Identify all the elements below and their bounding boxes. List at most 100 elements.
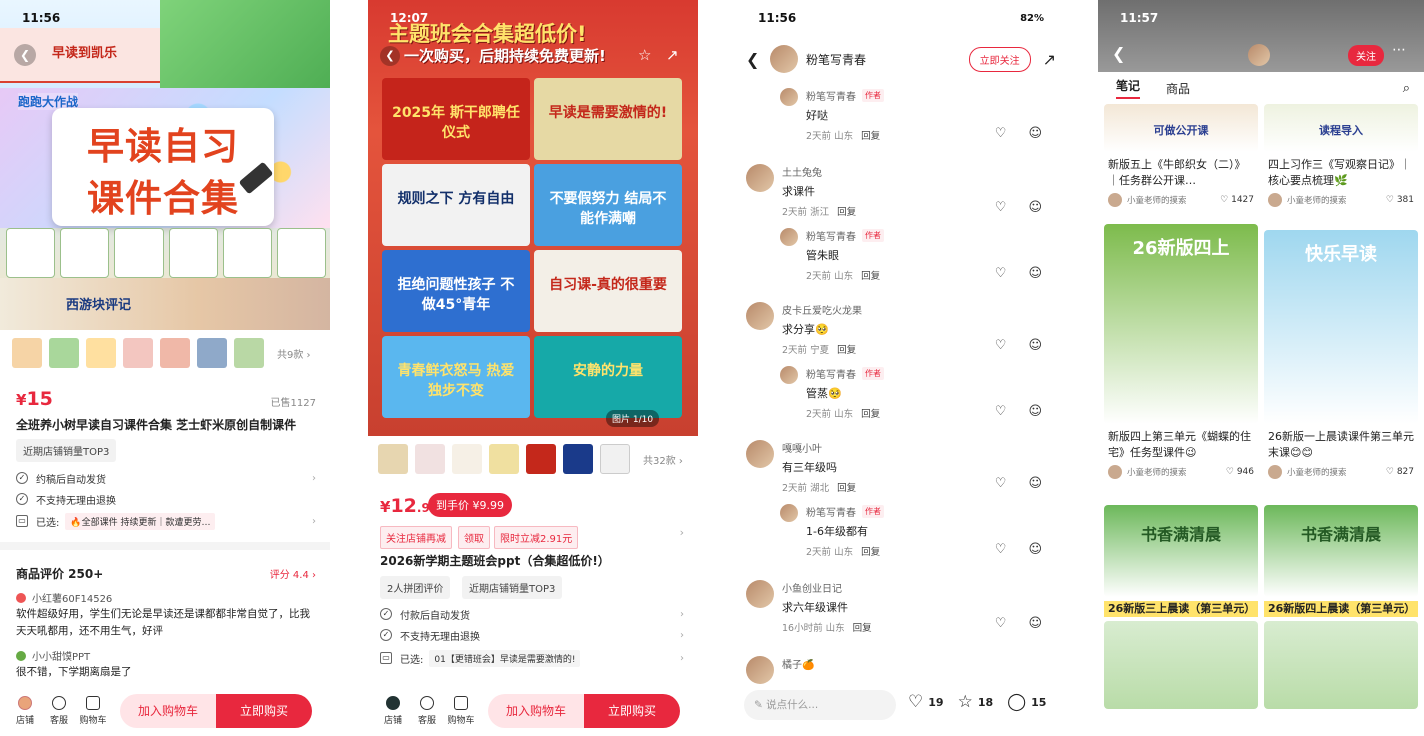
note-cover[interactable]: 快乐早读	[1264, 230, 1418, 424]
comment-author[interactable]: 粉笔写青春 作者	[806, 88, 884, 103]
reaction-icon[interactable]: ☺	[1028, 338, 1042, 353]
avatar[interactable]	[746, 440, 774, 468]
coupon-chip[interactable]: 关注店铺再减	[380, 526, 452, 549]
reply-button[interactable]: 回复	[861, 409, 880, 420]
comment-button[interactable]: ◯ 15	[1007, 692, 1046, 712]
buy-now-button[interactable]: 立即购买	[216, 694, 312, 728]
reaction-icon[interactable]: ☺	[1028, 266, 1042, 281]
reviews-score[interactable]: 评分 4.4 ›	[270, 566, 316, 581]
reply-button[interactable]: 回复	[861, 547, 880, 558]
reply-button[interactable]: 回复	[861, 271, 880, 282]
note-card[interactable]: 26新版四上 新版四上第三单元《蝴蝶的住宅》任务型课件😉 小童老师的摸索 ♡ 946	[1104, 224, 1258, 479]
tab-notes[interactable]: 笔记	[1116, 77, 1141, 99]
comment-author[interactable]: 粉笔写青春 作者	[806, 228, 884, 243]
add-to-cart-button[interactable]: 加入购物车	[120, 694, 216, 728]
note-cover[interactable]: 书香满清晨	[1264, 505, 1418, 597]
avatar[interactable]	[780, 228, 798, 246]
add-to-cart-button[interactable]: 加入购物车	[488, 694, 584, 728]
like-button[interactable]: ♡ 827	[1386, 467, 1414, 477]
reaction-icon[interactable]: ☺	[1028, 542, 1042, 557]
heart-icon[interactable]: ♡	[995, 126, 1007, 141]
note-cover[interactable]: 可做公开课	[1104, 104, 1258, 152]
variant-thumb[interactable]	[197, 338, 227, 368]
note-card[interactable]: 可做公开课 新版五上《牛郎织女（二）》｜任务群公开课… 小童老师的摸索 ♡ 1427	[1104, 104, 1258, 207]
theme-tile[interactable]: 早读是需要激情的!	[534, 78, 682, 160]
more-icon[interactable]: ⋯	[1392, 42, 1406, 58]
service-button[interactable]: 客服	[410, 696, 444, 726]
variant-count[interactable]: 共32款 ›	[643, 452, 683, 467]
like-button[interactable]: ♡ 381	[1386, 195, 1414, 205]
theme-tile[interactable]: 拒绝问题性孩子 不做45°青年	[382, 250, 530, 332]
theme-tile[interactable]: 不要假努力 结局不能作满嘲	[534, 164, 682, 246]
back-icon[interactable]: ❮	[746, 50, 770, 69]
selected-row[interactable]: ▭ 已选: 🔥全部课件 持续更新｜款遭更劳… ›	[16, 512, 316, 530]
like-button[interactable]: ♡ 946	[1226, 467, 1254, 477]
store-button[interactable]: 店铺	[8, 696, 42, 726]
cart-button[interactable]: 购物车	[444, 696, 478, 726]
theme-tile[interactable]: 2025年 斯干郎聘任仪式	[382, 78, 530, 160]
avatar[interactable]	[780, 504, 798, 522]
variant-thumb[interactable]	[123, 338, 153, 368]
service-button[interactable]: 客服	[42, 696, 76, 726]
tab-goods[interactable]: 商品	[1166, 80, 1190, 97]
store-button[interactable]: 店铺	[376, 696, 410, 726]
reply-button[interactable]: 回复	[837, 345, 856, 356]
variant-thumb[interactable]	[86, 338, 116, 368]
cart-button[interactable]: 购物车	[76, 696, 110, 726]
note-cover[interactable]: 书香满清晨	[1104, 505, 1258, 597]
reaction-icon[interactable]: ☺	[1028, 404, 1042, 419]
comment-input[interactable]: ✎ 说点什么...	[744, 690, 896, 720]
variant-thumb[interactable]	[12, 338, 42, 368]
reaction-icon[interactable]: ☺	[1028, 476, 1042, 491]
note-card[interactable]: 读程导入 四上习作三《写观察日记》｜核心要点梳理🌿 小童老师的摸索 ♡ 381	[1264, 104, 1418, 207]
theme-tile[interactable]: 自习课-真的很重要	[534, 250, 682, 332]
product-hero-image[interactable]: 早读到凯乐 跑跑大作战 早读自习 课件合集 西游块评记	[0, 0, 330, 330]
follow-button[interactable]: 立即关注	[968, 46, 1031, 72]
reply-button[interactable]: 回复	[837, 483, 856, 494]
comment-author[interactable]: 土土兔兔	[782, 164, 856, 179]
theme-tile[interactable]: 青春鲜衣怒马 热爱独步不变	[382, 336, 530, 418]
selected-row[interactable]: ▭ 已选: 01【更错班会】早读是需要激情的! ›	[380, 649, 684, 667]
variant-thumb[interactable]	[452, 444, 482, 474]
reply-button[interactable]: 回复	[861, 131, 880, 142]
note-cover[interactable]: 26新版四上	[1104, 224, 1258, 424]
reaction-icon[interactable]: ☺	[1028, 126, 1042, 141]
comment-author[interactable]: 粉笔写青春 作者	[806, 366, 884, 381]
theme-tile[interactable]: 规则之下 方有自由	[382, 164, 530, 246]
buy-now-button[interactable]: 立即购买	[584, 694, 680, 728]
back-icon[interactable]: ❮	[1112, 44, 1125, 63]
note-card[interactable]: 快乐早读 26新版一上晨读课件第三单元末课😊😊 小童老师的摸索 ♡ 827	[1264, 230, 1418, 479]
heart-icon[interactable]: ♡	[995, 542, 1007, 557]
heart-icon[interactable]: ♡	[995, 200, 1007, 215]
variant-count[interactable]: 共9款 ›	[277, 346, 311, 361]
coupon-chip[interactable]: 限时立减2.91元	[494, 526, 579, 549]
avatar[interactable]	[770, 45, 798, 73]
product-hero-image[interactable]: 主题班会合集超低价! 一次购买，后期持续免费更新! ❮ ☆ ↗ 2025年 斯干…	[368, 0, 698, 436]
heart-icon[interactable]: ♡	[995, 338, 1007, 353]
like-button[interactable]: ♡ 1427	[1220, 195, 1254, 205]
variant-thumb[interactable]	[160, 338, 190, 368]
note-cover[interactable]: 读程导入	[1264, 104, 1418, 152]
return-row[interactable]: ✓ 不支持无理由退换 ›	[380, 626, 684, 644]
variant-thumb[interactable]	[600, 444, 630, 474]
variant-thumb[interactable]	[415, 444, 445, 474]
heart-icon[interactable]: ♡	[995, 404, 1007, 419]
note-card[interactable]: 书香满清晨 26新版四上晨读（第三单元）	[1264, 505, 1418, 709]
share-icon[interactable]: ↗	[1043, 50, 1056, 69]
rank-chip[interactable]: 近期店铺销量TOP3	[16, 439, 117, 462]
group-chip[interactable]: 2人拼团评价	[380, 576, 451, 599]
reaction-icon[interactable]: ☺	[1028, 200, 1042, 215]
avatar[interactable]	[746, 656, 774, 684]
back-button[interactable]: ❮	[14, 44, 36, 66]
follow-button[interactable]: 关注	[1348, 45, 1384, 66]
reply-button[interactable]: 回复	[837, 207, 856, 218]
star-icon[interactable]: ☆	[638, 46, 651, 64]
avatar[interactable]	[746, 302, 774, 330]
rank-chip[interactable]: 近期店铺销量TOP3	[462, 576, 563, 599]
theme-tile[interactable]: 安静的力量	[534, 336, 682, 418]
variant-thumb[interactable]	[563, 444, 593, 474]
comment-author[interactable]: 粉笔写青春 作者	[806, 504, 884, 519]
shipping-row[interactable]: ✓ 付款后自动发货 ›	[380, 605, 684, 623]
variant-thumb[interactable]	[49, 338, 79, 368]
avatar[interactable]	[780, 366, 798, 384]
